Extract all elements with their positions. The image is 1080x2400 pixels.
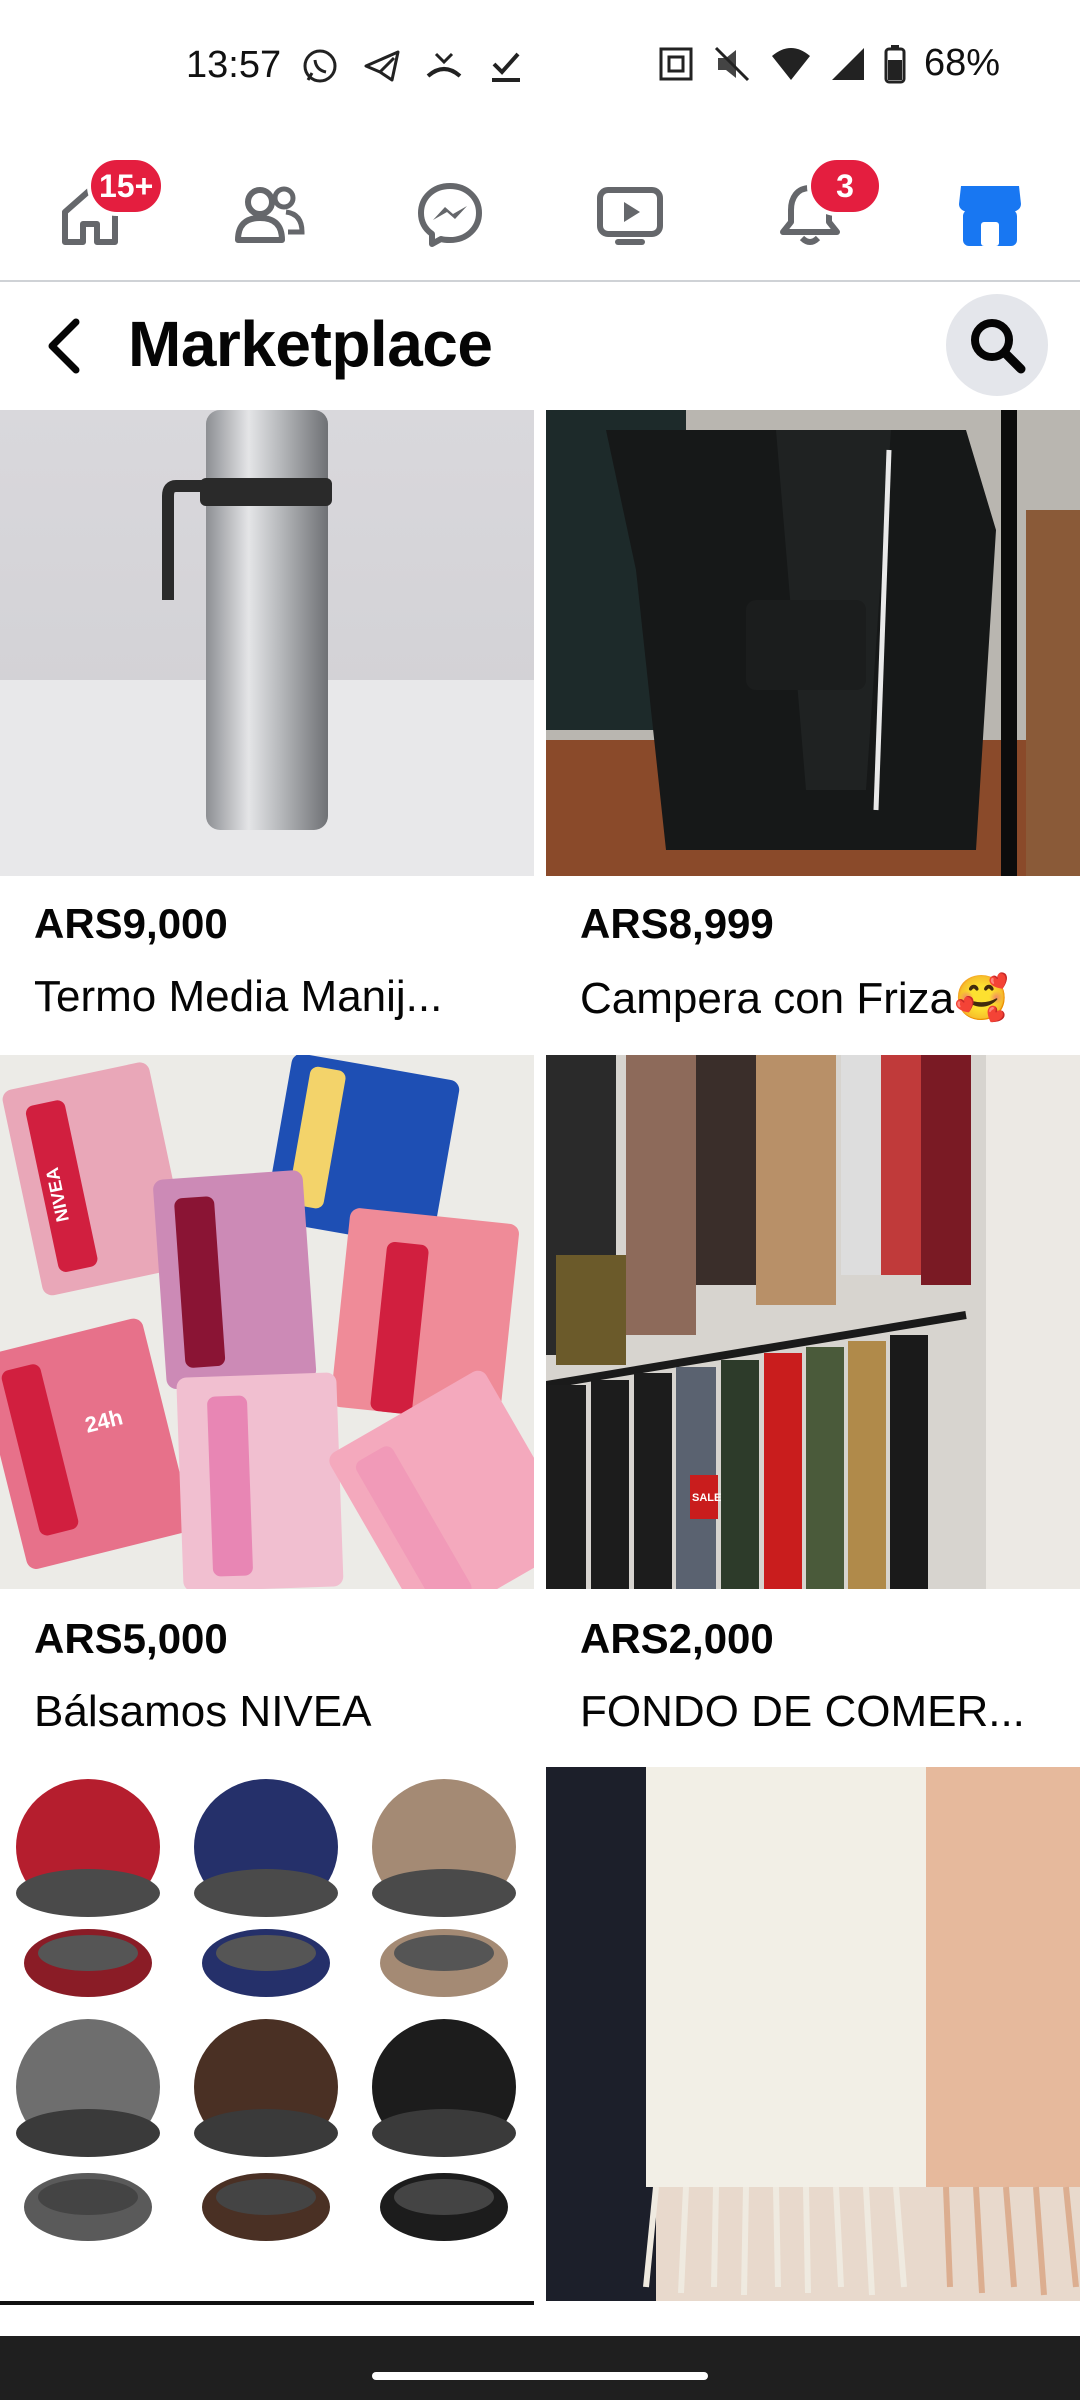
listing-image: SALE [546, 1055, 1080, 1589]
home-gesture-handle[interactable] [372, 2372, 708, 2380]
friends-icon [235, 186, 305, 243]
listing-price: ARS5,000 [34, 1615, 228, 1662]
battery-icon [884, 44, 906, 83]
listing-card[interactable] [546, 1767, 1080, 2301]
telegram-icon [364, 50, 400, 82]
battery-percent: 68% [923, 42, 1000, 84]
marketplace-icon [959, 186, 1021, 246]
missed-call-icon [426, 52, 462, 78]
nav-home[interactable]: 15+ [45, 156, 166, 260]
status-bar: 13:57 68% [0, 0, 1080, 135]
listing-title: Termo Media Manij... [34, 972, 443, 1021]
listing-card[interactable]: ARS8,999 Campera con Friza🥰 [546, 410, 1080, 1055]
marketplace-header: Marketplace [0, 284, 1080, 410]
mute-icon [714, 46, 749, 81]
system-nav-bar [0, 2336, 1080, 2400]
nav-notifications[interactable]: 3 [765, 156, 883, 260]
listing-image: NIVEA 24h [0, 1055, 534, 1589]
nav-video[interactable] [585, 170, 675, 260]
main-nav: 15+ 3 [0, 140, 1080, 282]
system-status: 68% [658, 42, 1000, 85]
listing-title: Campera con Friza🥰 [580, 974, 1009, 1023]
back-arrow-icon [48, 318, 80, 374]
download-done-icon [492, 52, 520, 82]
status-time: 13:57 [186, 44, 282, 86]
home-badge: 15+ [87, 156, 166, 216]
page-title: Marketplace [128, 308, 493, 380]
video-icon [597, 187, 663, 245]
search-button[interactable] [946, 294, 1048, 396]
listing-image [0, 410, 534, 876]
search-icon [971, 319, 1026, 374]
listing-card[interactable]: ARS9,000 Termo Media Manij... [0, 410, 534, 1055]
nav-marketplace[interactable] [945, 170, 1035, 260]
listing-price: ARS9,000 [34, 900, 228, 947]
listing-card[interactable]: SALE ARS2,000 FONDO DE COMER... [546, 1055, 1080, 1767]
nfc-icon [659, 47, 693, 80]
back-button[interactable] [28, 306, 98, 386]
messenger-icon [418, 183, 482, 247]
listing-price: ARS2,000 [580, 1615, 774, 1662]
listing-card[interactable]: NIVEA 24h ARS5,000 Bálsamos NIVEA [0, 1055, 534, 1767]
notifications-badge: 3 [807, 156, 883, 216]
listing-image [546, 410, 1080, 876]
nav-friends[interactable] [225, 170, 315, 260]
listing-image [0, 1767, 534, 2305]
listing-card[interactable] [0, 1767, 534, 2305]
listing-title: FONDO DE COMER... [580, 1687, 1025, 1736]
sale-tag-text: SALE [692, 1492, 721, 1504]
nav-messenger[interactable] [405, 170, 495, 260]
wifi-icon [771, 47, 810, 80]
signal-icon [831, 47, 864, 80]
listing-title: Bálsamos NIVEA [34, 1687, 372, 1736]
whatsapp-icon [303, 49, 337, 83]
notification-icons [300, 44, 526, 88]
listing-price: ARS8,999 [580, 900, 774, 947]
listing-image [546, 1767, 1080, 2301]
